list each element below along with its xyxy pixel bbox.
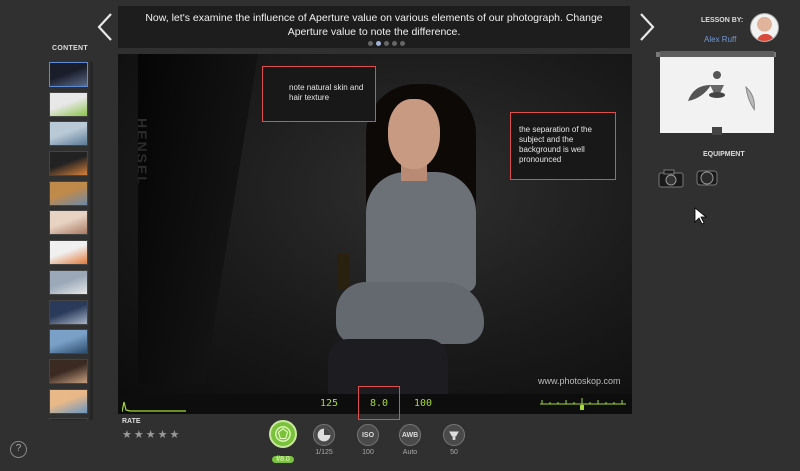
camera-readout-bar: 125 8.0 100 xyxy=(118,386,632,420)
star-icon[interactable]: ★ xyxy=(134,428,144,441)
focal-length-control-label: 50 xyxy=(450,449,458,456)
aperture-value: 8.0 xyxy=(369,398,389,409)
rating-stars[interactable]: ★ ★ ★ ★ ★ xyxy=(122,428,179,441)
author-avatar[interactable] xyxy=(750,13,779,42)
focal-length-control[interactable]: 50 xyxy=(436,424,472,456)
thumbnail-city-night[interactable] xyxy=(49,299,88,325)
content-label: CONTENT xyxy=(52,45,88,52)
mouse-cursor-icon xyxy=(694,207,708,225)
shutter-control-label: 1/125 xyxy=(315,449,333,456)
annotation-skin-texture: note natural skin and hair texture xyxy=(262,66,376,122)
help-button[interactable]: ? xyxy=(10,441,27,458)
thumbnail-mountain-lake[interactable] xyxy=(49,329,88,355)
slide-dot[interactable] xyxy=(392,41,397,46)
subject-lap xyxy=(336,282,484,344)
stool xyxy=(337,254,349,289)
content-thumbnail-list[interactable] xyxy=(49,62,90,420)
slide-dot[interactable] xyxy=(368,41,373,46)
next-button[interactable] xyxy=(636,12,658,42)
thumbnail-scrollbar[interactable] xyxy=(90,62,93,420)
thumbnail-vinyl-record[interactable] xyxy=(49,151,88,177)
thumbnail-sea-sunset[interactable] xyxy=(49,388,88,414)
histogram-icon xyxy=(122,401,186,412)
exposure-meter-icon xyxy=(540,398,626,410)
camera-icon xyxy=(658,169,684,188)
thumbnail-autumn-lake[interactable] xyxy=(49,180,88,206)
slide-dot[interactable] xyxy=(400,41,405,46)
softbox: HENSEL xyxy=(138,54,258,384)
camera-controls: f/8.0 1/125 ISO 100 AWB Auto 50 xyxy=(265,420,478,468)
shutter-icon xyxy=(313,424,335,446)
watermark: www.photoskop.com xyxy=(538,376,621,386)
white-balance-icon: AWB xyxy=(399,424,421,446)
iso-control[interactable]: ISO 100 xyxy=(350,424,386,456)
aperture-control[interactable]: f/8.0 xyxy=(265,420,301,466)
shutter-readout: 125 xyxy=(320,398,339,409)
chevron-right-icon xyxy=(640,13,655,41)
lesson-by-label: LESSON BY: xyxy=(701,17,744,24)
camera-equipment[interactable] xyxy=(657,167,685,189)
thumbnail-man-desk[interactable] xyxy=(49,358,88,384)
lens-equipment[interactable] xyxy=(693,167,721,189)
iso-control-label: 100 xyxy=(362,449,374,456)
star-icon[interactable]: ★ xyxy=(146,428,156,441)
equipment-label: EQUIPMENT xyxy=(703,151,745,158)
slide-dot-active[interactable] xyxy=(376,41,381,46)
iso-icon: ISO xyxy=(357,424,379,446)
thumbnail-portrait-woman[interactable] xyxy=(49,62,88,87)
shutter-control[interactable]: 1/125 xyxy=(306,424,342,456)
star-icon[interactable]: ★ xyxy=(158,428,168,441)
aperture-icon xyxy=(269,420,297,448)
annotation-separation: the separation of the subject and the ba… xyxy=(510,112,616,180)
aperture-readout: 8.0 xyxy=(358,386,400,420)
thumbnail-man-portrait[interactable] xyxy=(49,418,88,420)
caption-text: Now, let's examine the influence of Aper… xyxy=(145,12,603,38)
thumbnail-beach-figure[interactable] xyxy=(49,121,88,147)
slide-dot[interactable] xyxy=(384,41,389,46)
lesson-author-link[interactable]: Alex Ruff xyxy=(704,35,736,44)
annotation-text: the separation of the subject and the ba… xyxy=(519,125,592,164)
subject-torso xyxy=(366,172,476,292)
annotation-text: note natural skin and hair texture xyxy=(289,83,364,102)
subject-face xyxy=(388,99,440,169)
studio-lights-icon xyxy=(688,71,755,135)
thumbnail-green-apples[interactable] xyxy=(49,91,88,117)
studio-setup-diagram[interactable] xyxy=(660,51,774,135)
slide-dots xyxy=(368,41,405,46)
white-balance-control-label: Auto xyxy=(402,449,418,456)
aperture-control-label: f/8.0 xyxy=(272,456,294,463)
lens-equipment-icon xyxy=(696,170,718,186)
star-icon[interactable]: ★ xyxy=(170,428,180,441)
thumbnail-city-skyline[interactable] xyxy=(49,269,88,295)
question-icon: ? xyxy=(15,443,22,454)
softbox-brand: HENSEL xyxy=(134,118,150,187)
lens-icon xyxy=(443,424,465,446)
chevron-left-icon xyxy=(97,13,112,41)
rate-label: RATE xyxy=(122,418,141,425)
thumbnail-pencils[interactable] xyxy=(49,240,88,266)
main-photo: HENSEL note natural skin and hair textur… xyxy=(118,54,632,394)
star-icon[interactable]: ★ xyxy=(122,428,132,441)
white-balance-control[interactable]: AWB Auto xyxy=(392,424,428,456)
iso-readout: 100 xyxy=(414,398,433,409)
previous-button[interactable] xyxy=(94,12,116,42)
thumbnail-woman-portrait[interactable] xyxy=(49,210,88,236)
